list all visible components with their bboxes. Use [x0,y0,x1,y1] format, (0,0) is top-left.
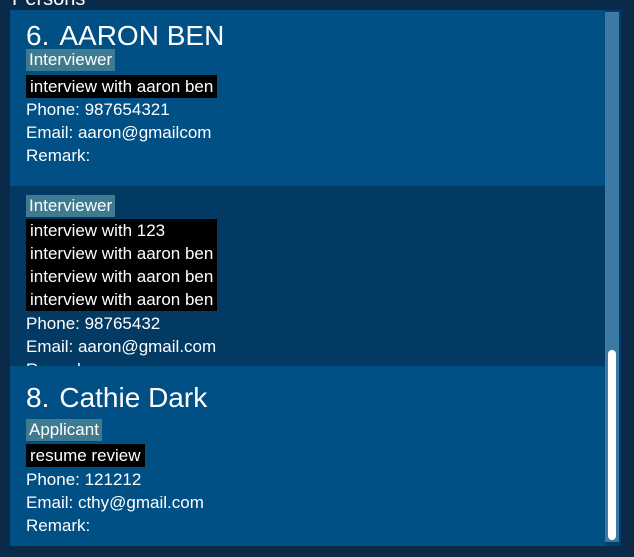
email-field: Email: aaron@gmail.com [26,337,217,356]
phone-field: Phone: 98765432 [26,314,161,333]
person-name: AARON BEN [59,20,225,51]
note-item: interview with aaron ben [30,77,214,96]
person-card[interactable]: 7. Aa Interviewer interview with 123 inte… [10,186,605,376]
role-tag: Interviewer [26,195,116,217]
role-tag: Applicant [26,419,102,441]
person-index: 8. [26,382,50,413]
note-item: interview with aaron ben [30,267,214,286]
person-list[interactable]: 6. AARON BEN Interviewer interview with a… [10,10,621,546]
person-name: Cathie Dark [59,382,208,413]
persons-panel-title: Persons [12,0,85,9]
person-index: 7. [26,186,49,191]
phone-field: Phone: 987654321 [26,100,170,119]
person-name-line: 8. Cathie Dark [26,382,207,414]
phone-field: Phone: 121212 [26,470,142,489]
person-card[interactable]: 8. Cathie Dark Applicant resume review Ph… [10,366,605,546]
email-field: Email: cthy@gmail.com [26,493,204,512]
role-tag: Interviewer [26,49,116,71]
note-item: interview with aaron ben [30,290,214,309]
person-card[interactable]: 6. AARON BEN Interviewer interview with a… [10,10,605,186]
note-item: interview with aaron ben [30,244,214,263]
notes-list: interview with 123 interview with aaron … [26,219,218,311]
remark-field: Remark: [26,146,91,165]
person-name-line: 6. AARON BEN [26,20,224,52]
scrollbar-thumb[interactable] [608,350,616,540]
person-index: 6. [26,20,50,51]
person-name-line: 7. Aa [26,186,94,192]
email-field: Email: aaron@gmailcom [26,123,212,142]
person-name: Aa [59,186,93,191]
remark-field: Remark: [26,516,91,535]
notes-list: interview with aaron ben [26,75,218,98]
vertical-scrollbar[interactable] [605,12,619,542]
note-item: interview with 123 [30,221,166,240]
note-item: resume review [30,446,141,465]
notes-list: resume review [26,444,145,467]
